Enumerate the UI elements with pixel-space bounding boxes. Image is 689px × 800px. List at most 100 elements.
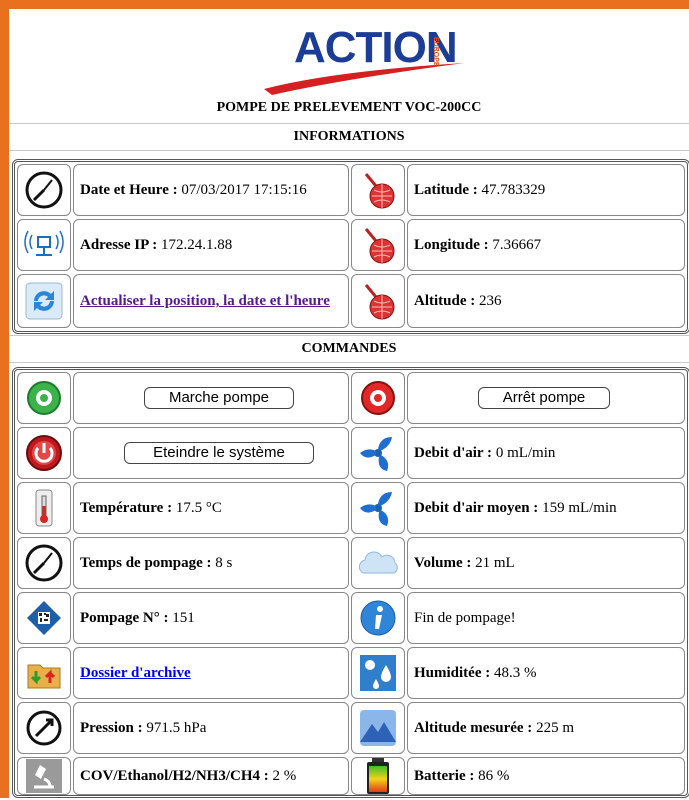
start-button-cell: Marche pompe xyxy=(73,372,349,424)
satellite-icon-cell-3 xyxy=(351,274,405,328)
green-pump-icon xyxy=(20,374,68,422)
cloud-icon xyxy=(354,539,402,587)
battery-label: Batterie : xyxy=(414,768,475,784)
cloud-icon-cell xyxy=(351,537,405,589)
archive-folder-link[interactable]: Dossier d'archive xyxy=(80,665,191,681)
humidity-icon xyxy=(354,649,402,697)
temperature-value: 17.5 °C xyxy=(175,500,222,516)
logo-subtext: EUROPE xyxy=(432,37,439,67)
temperature-label: Température : xyxy=(80,500,173,516)
satellite-globe-icon xyxy=(354,221,402,269)
altitude-value: 236 xyxy=(479,293,502,309)
pump-number-value: 151 xyxy=(172,610,195,626)
voc-label: COV/Ethanol/H2/NH3/CH4 : xyxy=(80,768,269,784)
longitude-cell: Longitude : 7.36667 xyxy=(407,219,685,271)
frame-top-border xyxy=(0,0,689,9)
fan-icon xyxy=(354,484,402,532)
fan-icon-cell xyxy=(351,427,405,479)
start-pump-button[interactable]: Marche pompe xyxy=(144,387,294,409)
network-icon xyxy=(20,221,68,269)
refresh-icon[interactable] xyxy=(20,277,68,325)
pressure-value: 971.5 hPa xyxy=(146,720,207,736)
pump-time-value: 8 s xyxy=(215,555,233,571)
pump-number-cell: Pompage N° : 151 xyxy=(73,592,349,644)
microscope-icon xyxy=(20,752,68,800)
altitude-measured-cell: Altitude mesurée : 225 m xyxy=(407,702,685,754)
satellite-globe-icon xyxy=(354,277,402,325)
pressure-label: Pression : xyxy=(80,720,143,736)
altitude-cell: Altitude : 236 xyxy=(407,274,685,328)
thermometer-icon xyxy=(20,484,68,532)
archive-link-cell: Dossier d'archive xyxy=(73,647,349,699)
info-grid: Date et Heure : 07/03/2017 17:15:16 Lati… xyxy=(12,159,689,334)
pressure-gauge-icon xyxy=(20,704,68,752)
stop-pump-button[interactable]: Arrêt pompe xyxy=(478,387,610,409)
status-message: Fin de pompage! xyxy=(414,610,516,626)
power-icon-cell xyxy=(17,427,71,479)
pump-time-label: Temps de pompage : xyxy=(80,555,212,571)
altitude-label: Altitude : xyxy=(414,293,476,309)
archive-folder-icon[interactable] xyxy=(20,649,68,697)
clock-icon xyxy=(20,166,68,214)
action-logo: ACTION EUROPE xyxy=(254,23,474,97)
network-icon-cell xyxy=(17,219,71,271)
power-icon xyxy=(20,429,68,477)
pump-time-cell: Temps de pompage : 8 s xyxy=(73,537,349,589)
latitude-cell: Latitude : 47.783329 xyxy=(407,164,685,216)
date-cell: Date et Heure : 07/03/2017 17:15:16 xyxy=(73,164,349,216)
section-commandes: COMMANDES xyxy=(9,335,689,363)
latitude-label: Latitude : xyxy=(414,182,478,198)
archive-icon-cell[interactable] xyxy=(17,647,71,699)
refresh-position-link[interactable]: Actualiser la position, la date et l'heu… xyxy=(80,293,330,309)
pressure-icon-cell xyxy=(17,702,71,754)
pump-stop-icon-cell xyxy=(351,372,405,424)
barcode-icon xyxy=(20,594,68,642)
longitude-label: Longitude : xyxy=(414,237,489,253)
fan-icon xyxy=(354,429,402,477)
commands-grid: Marche pompe Arrêt pompe Eteindre le sys… xyxy=(12,367,689,798)
clock-icon-cell-2 xyxy=(17,537,71,589)
satellite-globe-icon xyxy=(354,166,402,214)
volume-value: 21 mL xyxy=(475,555,515,571)
refresh-icon-cell[interactable] xyxy=(17,274,71,328)
airflow-avg-cell: Debit d'air moyen : 159 mL/min xyxy=(407,482,685,534)
altitude-measured-label: Altitude mesurée : xyxy=(414,720,533,736)
humidity-value: 48.3 % xyxy=(494,665,537,681)
volume-label: Volume : xyxy=(414,555,472,571)
page-content: ACTION EUROPE POMPE DE PRELEVEMENT VOC-2… xyxy=(9,9,689,798)
airflow-value: 0 mL/min xyxy=(495,445,556,461)
pump-number-label: Pompage N° : xyxy=(80,610,169,626)
humidity-label: Humiditée : xyxy=(414,665,491,681)
page-title: POMPE DE PRELEVEMENT VOC-200CC xyxy=(216,100,482,115)
stop-button-cell: Arrêt pompe xyxy=(407,372,685,424)
shutdown-system-button[interactable]: Eteindre le système xyxy=(124,442,314,464)
mountain-icon-cell xyxy=(351,702,405,754)
clock-icon xyxy=(20,539,68,587)
airflow-label: Debit d'air : xyxy=(414,445,493,461)
voc-value: 2 % xyxy=(272,768,297,784)
battery-icon xyxy=(354,752,402,800)
humidity-icon-cell xyxy=(351,647,405,699)
battery-icon-cell xyxy=(351,757,405,795)
ip-value: 172.24.1.88 xyxy=(160,237,233,253)
volume-cell: Volume : 21 mL xyxy=(407,537,685,589)
latitude-value: 47.783329 xyxy=(481,182,546,198)
battery-cell: Batterie : 86 % xyxy=(407,757,685,795)
mountain-icon xyxy=(354,704,402,752)
satellite-icon-cell xyxy=(351,164,405,216)
barcode-icon-cell xyxy=(17,592,71,644)
airflow-avg-label: Debit d'air moyen : xyxy=(414,500,539,516)
pump-start-icon-cell xyxy=(17,372,71,424)
frame-left-border xyxy=(0,0,9,798)
date-value: 07/03/2017 17:15:16 xyxy=(181,182,307,198)
pressure-cell: Pression : 971.5 hPa xyxy=(73,702,349,754)
shutdown-button-cell: Eteindre le système xyxy=(73,427,349,479)
refresh-link-cell: Actualiser la position, la date et l'heu… xyxy=(73,274,349,328)
status-cell: Fin de pompage! xyxy=(407,592,685,644)
info-icon xyxy=(354,594,402,642)
fan-icon-cell-2 xyxy=(351,482,405,534)
altitude-measured-value: 225 m xyxy=(536,720,574,736)
longitude-value: 7.36667 xyxy=(492,237,542,253)
ip-label: Adresse IP : xyxy=(80,237,158,253)
section-informations: INFORMATIONS xyxy=(9,123,689,151)
